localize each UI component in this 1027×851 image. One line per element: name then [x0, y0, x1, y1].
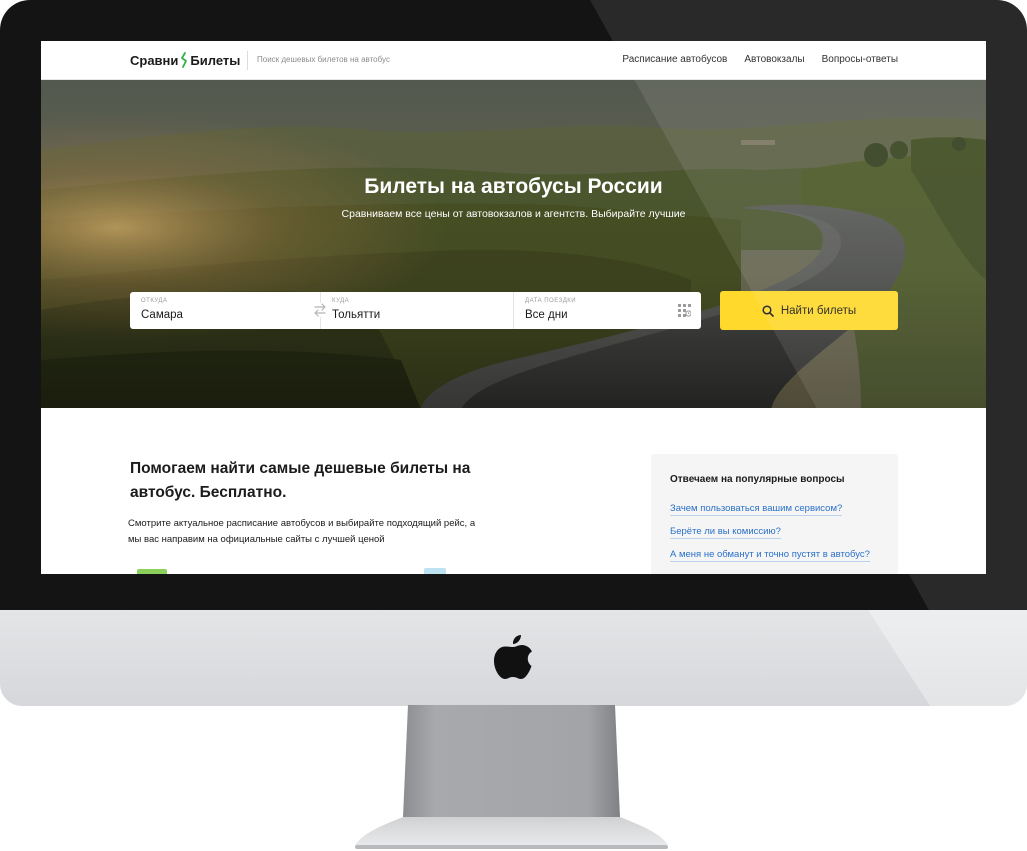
feature-illustration-right [424, 568, 446, 574]
nav-link-faq[interactable]: Вопросы-ответы [822, 54, 898, 65]
search-icon [762, 304, 774, 317]
calendar-icon[interactable] [678, 304, 691, 317]
feature-illustration-left [137, 569, 167, 574]
logo-text-left: Сравни [130, 52, 179, 68]
date-field-label: ДАТА ПОЕЗДКИ [525, 298, 577, 304]
faq-title: Отвечаем на популярные вопросы [670, 474, 845, 485]
hero-landscape-image [41, 80, 986, 408]
from-field[interactable]: ОТКУДА Самара [130, 292, 328, 329]
faq-link-partial[interactable] [670, 572, 765, 574]
main-nav: Расписание автобусов Автовокзалы Вопросы… [622, 54, 898, 65]
faq-link-trust[interactable]: А меня не обманут и точно пустят в автоб… [670, 549, 870, 562]
nav-link-stations[interactable]: Автовокзалы [744, 54, 804, 65]
to-field-value[interactable]: Тольятти [332, 309, 380, 321]
from-field-value[interactable]: Самара [141, 309, 183, 321]
site-tagline: Поиск дешевых билетов на автобус [257, 55, 390, 64]
logo-text-right: Билеты [190, 52, 241, 68]
hero-title: Билеты на автобусы России [364, 175, 663, 198]
monitor-stand [355, 705, 668, 849]
apple-logo-icon [494, 635, 532, 679]
hero-subtitle: Сравниваем все цены от автовокзалов и аг… [341, 208, 686, 220]
intro-text: Смотрите актуальное расписание автобусов… [128, 518, 476, 545]
faq-link-why-use[interactable]: Зачем пользоваться вашим сервисом? [670, 503, 843, 516]
nav-link-schedule[interactable]: Расписание автобусов [622, 54, 727, 65]
faq-card: Отвечаем на популярные вопросы Зачем пол… [651, 454, 898, 574]
logo-zigzag-icon [181, 52, 188, 68]
faq-link-commission[interactable]: Берёте ли вы комиссию? [670, 526, 781, 539]
find-tickets-label: Найти билеты [780, 304, 857, 317]
header-divider [247, 51, 248, 70]
intro-title: Помогаем найти самые дешевые билеты на а… [130, 460, 471, 501]
to-field-label: КУДА [332, 298, 350, 304]
date-field-value[interactable]: Все дни [525, 309, 568, 321]
hero-section: Билеты на автобусы России Сравниваем все… [41, 80, 986, 408]
site-logo[interactable]: Сравни Билеты [130, 52, 240, 68]
date-field[interactable]: ДАТА ПОЕЗДКИ Все дни [514, 292, 701, 329]
site-header: Сравни Билеты Поиск дешевых билетов на а… [41, 41, 986, 80]
swap-direction-icon[interactable] [312, 303, 328, 317]
search-form: ОТКУДА Самара КУДА Тольятти ДАТА ПОЕЗДКИ… [130, 292, 701, 329]
find-tickets-button[interactable]: Найти билеты [720, 291, 898, 330]
to-field[interactable]: КУДА Тольятти [321, 292, 514, 329]
browser-screen: Сравни Билеты Поиск дешевых билетов на а… [41, 41, 986, 574]
from-field-label: ОТКУДА [141, 298, 168, 304]
